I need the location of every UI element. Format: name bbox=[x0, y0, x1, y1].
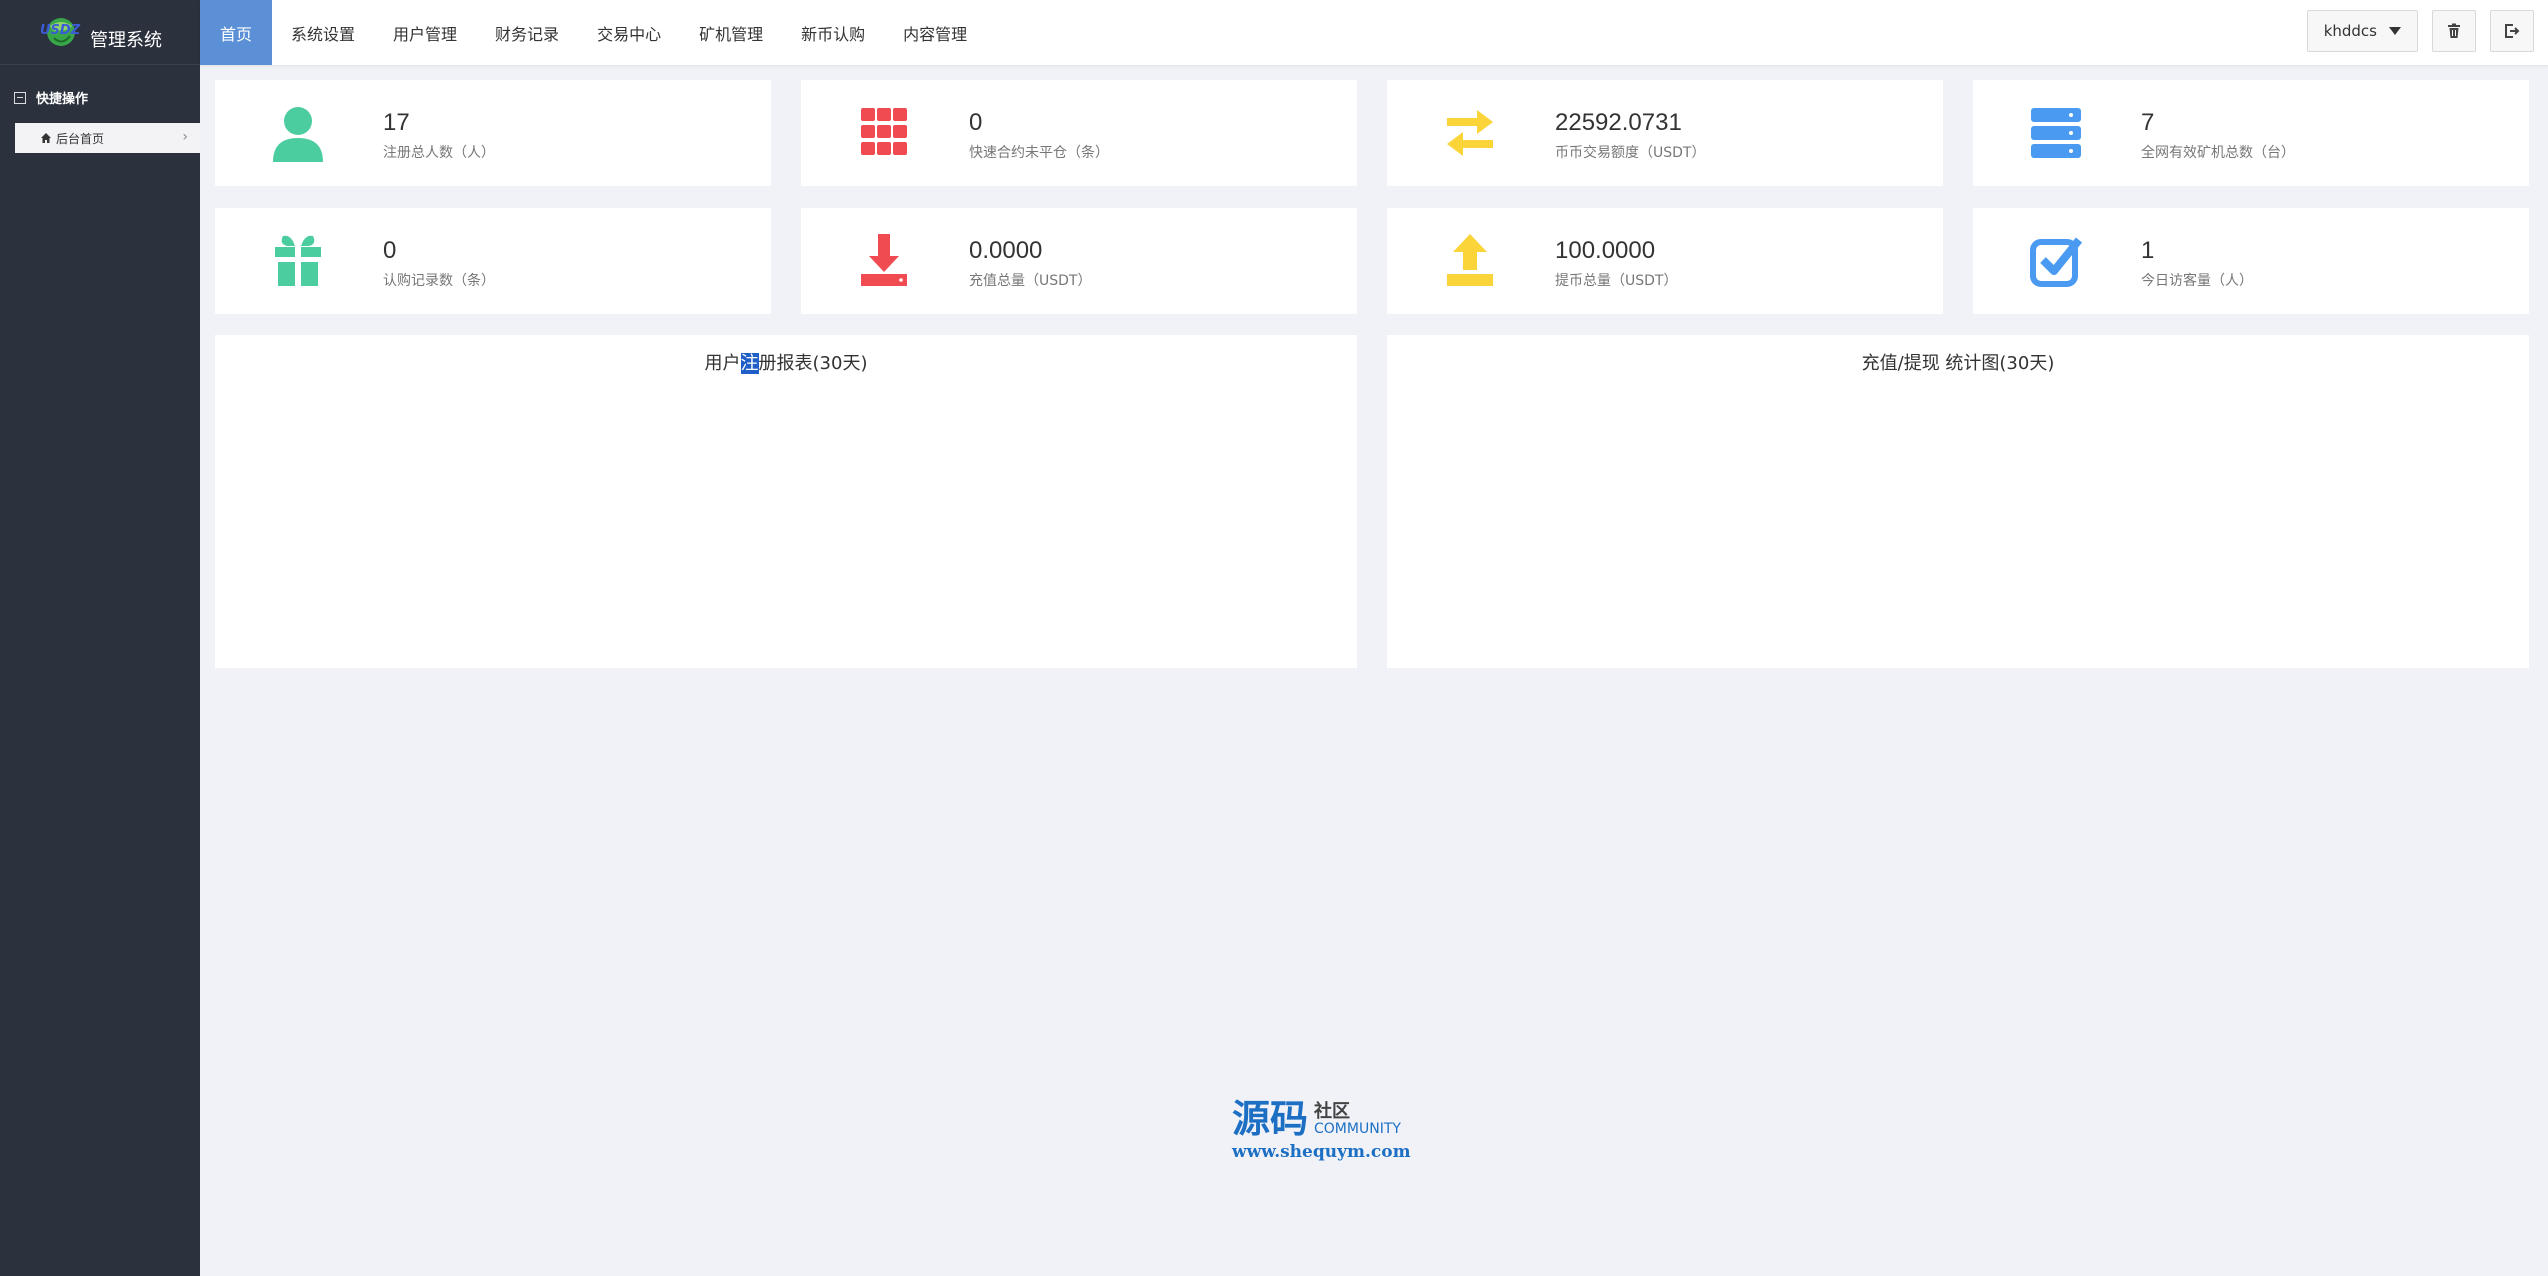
exchange-arrows-icon bbox=[1447, 110, 1493, 156]
stat-card-deposit-total: 0.0000 充值总量（USDT） bbox=[801, 208, 1357, 314]
user-dropdown[interactable]: khddcs bbox=[2306, 10, 2418, 52]
watermark-url: www.shequym.com bbox=[1232, 1142, 1411, 1162]
collapse-icon[interactable] bbox=[14, 91, 26, 104]
panel-title: 用户注册报表(30天) bbox=[215, 349, 1357, 375]
stat-card-registered-users: 17 注册总人数（人） bbox=[215, 80, 771, 186]
checkbox-icon bbox=[2030, 237, 2083, 287]
quick-ops-label: 快捷操作 bbox=[36, 92, 89, 107]
stat-label: 提币总量（USDT） bbox=[1555, 273, 1678, 289]
panel-title: 充值/提现 统计图(30天) bbox=[1861, 353, 2055, 374]
panel-title-part: 用户 bbox=[704, 353, 741, 374]
upload-icon bbox=[1447, 234, 1493, 286]
deposit-withdraw-chart-panel: 充值/提现 统计图(30天) bbox=[1387, 335, 2529, 668]
logout-button[interactable] bbox=[2490, 10, 2534, 52]
nav-finance-records[interactable]: 财务记录 bbox=[476, 0, 578, 65]
caret-down-icon bbox=[2389, 27, 2401, 35]
app-title: 管理系统 bbox=[90, 30, 162, 51]
nav-system-settings[interactable]: 系统设置 bbox=[272, 0, 374, 65]
server-icon bbox=[2031, 108, 2081, 158]
stat-label: 全网有效矿机总数（台） bbox=[2141, 145, 2295, 161]
stat-value: 0.0000 bbox=[969, 237, 1043, 264]
stat-value: 100.0000 bbox=[1555, 237, 1656, 264]
user-icon bbox=[273, 107, 323, 162]
stat-label: 快速合约未平仓（条） bbox=[969, 145, 1109, 161]
stat-card-open-contracts: 0 快速合约未平仓（条） bbox=[801, 80, 1357, 186]
stat-value: 1 bbox=[2141, 237, 2155, 264]
nav-user-management[interactable]: 用户管理 bbox=[374, 0, 476, 65]
stat-card-withdraw-total: 100.0000 提币总量（USDT） bbox=[1387, 208, 1943, 314]
watermark-logo: 源码 社区 COMMUNITY www.shequym.com bbox=[1232, 1100, 1432, 1162]
stat-value: 22592.0731 bbox=[1555, 109, 1682, 136]
download-icon bbox=[861, 234, 907, 286]
stat-card-today-visitors: 1 今日访客量（人） bbox=[1973, 208, 2529, 314]
watermark-big: 源码 bbox=[1232, 1097, 1309, 1141]
grid-icon bbox=[861, 108, 907, 155]
stat-card-subscription-records: 0 认购记录数（条） bbox=[215, 208, 771, 314]
stat-value: 7 bbox=[2141, 109, 2155, 136]
sidebar-item-home[interactable]: 后台首页 › bbox=[15, 123, 200, 153]
nav-new-coin-subscription[interactable]: 新币认购 bbox=[782, 0, 884, 65]
svg-text:USDZ: USDZ bbox=[40, 23, 81, 38]
username: khddcs bbox=[2323, 22, 2377, 40]
gift-icon bbox=[275, 235, 321, 286]
home-icon bbox=[41, 133, 51, 143]
logo[interactable]: USDZ 管理系统 bbox=[0, 0, 200, 65]
nav-miner-management[interactable]: 矿机管理 bbox=[680, 0, 782, 65]
stat-label: 认购记录数（条） bbox=[383, 273, 495, 289]
stat-value: 0 bbox=[383, 237, 397, 264]
trash-icon bbox=[2448, 23, 2460, 38]
stat-label: 注册总人数（人） bbox=[383, 145, 495, 161]
logo-globe-icon: USDZ bbox=[38, 12, 84, 52]
top-navbar: 首页 系统设置 用户管理 财务记录 交易中心 矿机管理 新币认购 内容管理 kh… bbox=[200, 0, 2548, 65]
nav-home[interactable]: 首页 bbox=[200, 0, 273, 65]
sidebar-item-label: 后台首页 bbox=[56, 131, 105, 146]
stat-value: 17 bbox=[383, 109, 410, 136]
stat-label: 币币交易额度（USDT） bbox=[1555, 145, 1706, 161]
panel-title-selected: 注 bbox=[740, 353, 759, 374]
stat-card-active-miners: 7 全网有效矿机总数（台） bbox=[1973, 80, 2529, 186]
toolbar-right: khddcs bbox=[2306, 10, 2534, 52]
logout-icon bbox=[2505, 24, 2520, 38]
nav-trading-center[interactable]: 交易中心 bbox=[578, 0, 680, 65]
clear-cache-button[interactable] bbox=[2432, 10, 2476, 52]
quick-ops-header[interactable]: 快捷操作 bbox=[0, 88, 200, 107]
stat-label: 充值总量（USDT） bbox=[969, 273, 1092, 289]
stat-label: 今日访客量（人） bbox=[2141, 273, 2253, 289]
user-registration-chart-panel: 用户注册报表(30天) bbox=[215, 335, 1357, 668]
panel-title-part: 册报表(30天) bbox=[758, 353, 868, 374]
watermark-cn: 社区 bbox=[1314, 1101, 1351, 1123]
stat-value: 0 bbox=[969, 109, 983, 136]
chevron-right-icon: › bbox=[182, 129, 188, 145]
nav-content-management[interactable]: 内容管理 bbox=[884, 0, 986, 65]
watermark-en: COMMUNITY bbox=[1314, 1121, 1401, 1138]
stat-card-coin-trading-volume: 22592.0731 币币交易额度（USDT） bbox=[1387, 80, 1943, 186]
sidebar: USDZ 管理系统 快捷操作 后台首页 › bbox=[0, 0, 200, 1276]
